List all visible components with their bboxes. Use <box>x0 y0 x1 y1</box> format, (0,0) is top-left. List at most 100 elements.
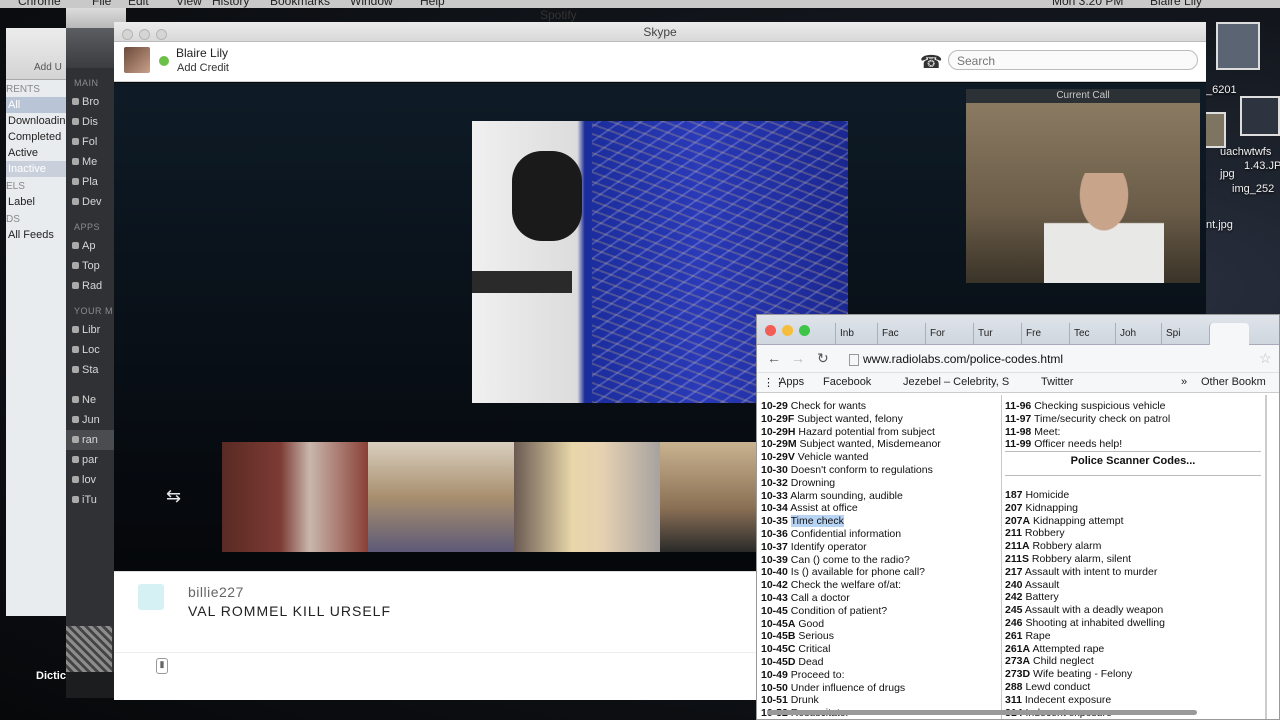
code-row: 10-51 Drunk <box>761 694 941 707</box>
forward-icon[interactable]: → <box>791 350 805 366</box>
menu-item[interactable]: Help <box>420 0 445 8</box>
back-icon[interactable]: ← <box>767 350 781 366</box>
address-bar: ← → ↻ www.radiolabs.com/police-codes.htm… <box>757 345 1279 373</box>
menubar-user[interactable]: Blaire Lily <box>1150 0 1202 8</box>
window-controls[interactable] <box>765 323 816 341</box>
bookmark-twitter[interactable]: Twitter <box>1041 376 1073 388</box>
file-label[interactable]: jpg <box>1220 168 1235 180</box>
bookmark-facebook[interactable]: Facebook <box>823 376 871 388</box>
file-label[interactable]: 1.43.JPG <box>1244 160 1280 172</box>
utorrent-window: Add U RENTS All Downloadin Completed Active I… <box>6 28 68 616</box>
browser-tab[interactable]: For <box>925 323 971 345</box>
minimize-icon[interactable] <box>782 325 793 336</box>
zoom-icon[interactable] <box>799 325 810 336</box>
participant-video[interactable] <box>514 442 660 552</box>
bookmark-other[interactable]: Other Bookm <box>1201 376 1266 388</box>
star-icon[interactable]: ☆ <box>1259 350 1272 367</box>
code-row: 10-50 Under influence of drugs <box>761 682 941 695</box>
avatar[interactable] <box>124 47 150 73</box>
reload-icon[interactable]: ↻ <box>817 350 829 367</box>
browser-tab[interactable]: Joh <box>1115 323 1161 345</box>
code-row: 10-45 Condition of patient? <box>761 605 941 618</box>
participant-video[interactable] <box>660 442 762 552</box>
close-icon[interactable] <box>765 325 776 336</box>
browser-tab[interactable]: Spi <box>1161 323 1207 345</box>
mac-menubar: Chrome File Edit View History Bookmarks Window… <box>0 0 1280 8</box>
bookmark-apps[interactable]: Apps <box>779 376 804 388</box>
add-url-label[interactable]: Add U <box>34 62 62 73</box>
code-meaning: Condition of patient? <box>790 604 888 617</box>
sidebar-item[interactable]: Inactive <box>6 161 67 177</box>
scrollbar[interactable] <box>767 710 1197 715</box>
participant-figure <box>1044 173 1164 283</box>
code-number: 245 <box>1005 604 1023 617</box>
sidebar-item[interactable]: Active <box>6 145 67 161</box>
menu-item[interactable]: View <box>176 0 202 8</box>
code-meaning: Assault with intent to murder <box>1024 565 1158 578</box>
browser-tab[interactable]: Fac <box>877 323 923 345</box>
code-meaning: Wife beating - Felony <box>1033 668 1133 681</box>
file-label[interactable]: uachwtwfs <box>1220 146 1271 158</box>
code-number: 246 <box>1005 616 1023 629</box>
chat-username[interactable]: billie227 <box>188 584 244 600</box>
menu-item[interactable]: Bookmarks <box>270 0 330 8</box>
browser-tab[interactable]: Tur <box>973 323 1019 345</box>
menu-item[interactable]: File <box>92 0 111 8</box>
code-meaning: Officer needs help! <box>1034 438 1123 451</box>
bookmark-jezebel[interactable]: Jezebel – Celebrity, S <box>903 376 1009 388</box>
code-meaning: Proceed to: <box>790 668 845 681</box>
browser-tab[interactable] <box>1209 323 1249 345</box>
sidebar-item[interactable]: All <box>6 97 67 113</box>
file-thumbnail[interactable] <box>1204 112 1226 148</box>
code-number: 10-29F <box>761 412 795 425</box>
dictionary-label[interactable]: Dictic <box>36 670 66 682</box>
connection-icon[interactable]: ⇆ <box>166 486 181 507</box>
code-row: 207 Kidnapping <box>1005 502 1165 515</box>
avatar[interactable] <box>138 584 164 610</box>
chevron-right-icon[interactable]: » <box>1181 376 1187 388</box>
code-row: 211 Robbery <box>1005 527 1165 540</box>
code-row: 273A Child neglect <box>1005 655 1165 668</box>
code-meaning: Battery <box>1025 591 1059 604</box>
code-row: 10-33 Alarm sounding, audible <box>761 490 941 503</box>
file-label[interactable]: nt.jpg <box>1206 219 1233 231</box>
menu-item[interactable]: History <box>212 0 249 8</box>
sidebar-item[interactable]: Label <box>6 194 67 210</box>
code-row: 10-29H Hazard potential from subject <box>761 426 941 439</box>
file-thumbnail[interactable] <box>1240 96 1280 136</box>
microphone-icon[interactable]: ▮ <box>156 658 168 674</box>
code-meaning: Kidnapping <box>1025 501 1078 514</box>
current-call-preview[interactable]: Current Call <box>966 89 1200 283</box>
code-number: 207A <box>1005 514 1031 527</box>
browser-tab[interactable]: Inb <box>835 323 881 345</box>
sidebar-section-title: DS <box>6 214 20 225</box>
menu-item[interactable]: Chrome <box>18 0 61 8</box>
file-label[interactable]: _6201 <box>1206 84 1237 96</box>
add-credit-link[interactable]: Add Credit <box>177 62 229 74</box>
code-number: 211S <box>1005 552 1029 565</box>
code-meaning: Homicide <box>1025 489 1070 501</box>
participant-video[interactable] <box>368 442 514 552</box>
code-meaning: Drunk <box>790 694 819 707</box>
sidebar-item[interactable]: Downloadin <box>6 113 67 129</box>
code-number: 261 <box>1005 629 1023 642</box>
menu-item[interactable]: Window <box>350 0 393 8</box>
scrollbar[interactable] <box>1265 395 1267 719</box>
search-input[interactable] <box>948 50 1198 70</box>
code-number: 311 <box>1005 693 1022 706</box>
file-label[interactable]: img_252 <box>1232 183 1274 195</box>
code-number: 10-49 <box>761 668 788 681</box>
file-thumbnail[interactable] <box>1216 22 1260 70</box>
browser-tab[interactable]: Fre <box>1021 323 1067 345</box>
participant-video[interactable] <box>222 442 368 552</box>
sidebar-item[interactable]: All Feeds <box>6 227 67 243</box>
sidebar-item[interactable]: Completed <box>6 129 67 145</box>
dialpad-icon[interactable]: ☎ <box>920 52 942 73</box>
code-meaning: Vehicle wanted <box>797 451 869 464</box>
menu-item[interactable]: Edit <box>128 0 149 8</box>
url-field[interactable]: www.radiolabs.com/police-codes.html <box>849 349 1249 369</box>
dictionary-icon[interactable] <box>66 626 112 672</box>
profile-name[interactable]: Blaire Lily <box>176 46 228 60</box>
code-row: 245 Assault with a deadly weapon <box>1005 604 1165 617</box>
browser-tab[interactable]: Tec <box>1069 323 1115 345</box>
